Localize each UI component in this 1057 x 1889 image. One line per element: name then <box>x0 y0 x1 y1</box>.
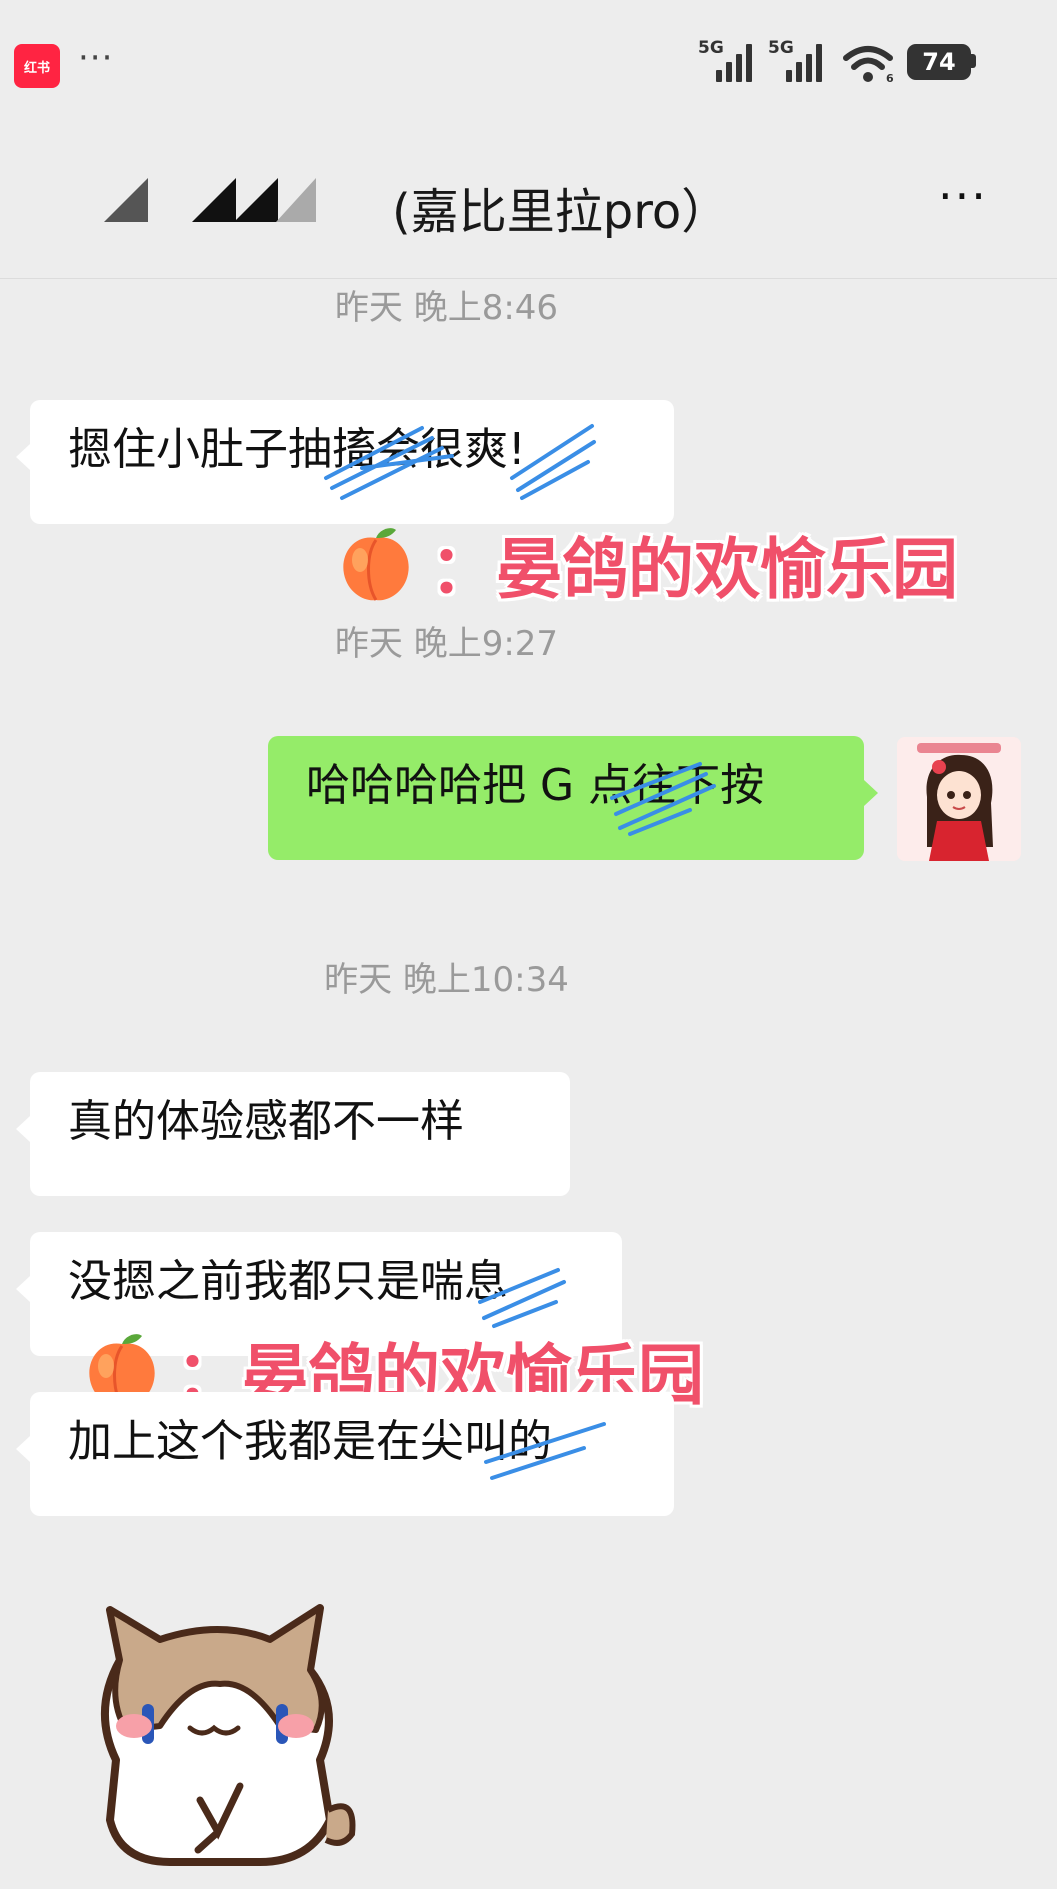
wifi-icon: 6 <box>843 46 894 84</box>
app-badge-icon[interactable]: 红书 <box>14 44 60 88</box>
cartoon-girl-icon <box>897 737 1021 861</box>
timestamp: 昨天 晚上10:34 <box>0 952 1057 1001</box>
timestamp: 昨天 晚上8:46 <box>0 280 1057 329</box>
timestamp-text: 昨天 晚上8:46 <box>334 288 559 328</box>
cat-sticker-icon[interactable] <box>80 1600 360 1870</box>
signal-bars-1-icon <box>716 42 752 82</box>
message-text: 没摁之前我都只是喘息 <box>68 1256 508 1307</box>
message-text: 真的体验感都不一样 <box>68 1096 464 1147</box>
avatar-icon[interactable] <box>897 737 1021 861</box>
battery-tip <box>971 54 976 68</box>
redacted-name-icon <box>104 178 404 224</box>
outgoing-message[interactable]: 哈哈哈哈把 G 点往下按 <box>268 736 878 860</box>
timestamp-text: 昨天 晚上9:27 <box>334 624 559 664</box>
message-text: 哈哈哈哈把 G 点往下按 <box>306 760 765 811</box>
incoming-message[interactable]: 加上这个我都是在尖叫的 <box>16 1392 674 1516</box>
battery-icon: 74 <box>907 44 971 80</box>
watermark-text: ：晏鸽的欢愉乐园 <box>430 531 958 608</box>
timestamp-text: 昨天 晚上10:34 <box>324 960 569 1000</box>
signal-bars-2-icon <box>786 42 822 82</box>
chat-title: (嘉比里拉pro） <box>392 184 730 240</box>
incoming-message[interactable]: 真的体验感都不一样 <box>16 1072 570 1196</box>
more-options-icon[interactable]: ··· <box>938 173 988 219</box>
watermark: ：晏鸽的欢愉乐园 <box>336 516 958 612</box>
incoming-message[interactable]: 摁住小肚子抽搐会很爽! <box>16 400 674 524</box>
status-more-icon: ··· <box>78 38 114 78</box>
message-text: 加上这个我都是在尖叫的 <box>68 1416 552 1467</box>
message-text: 摁住小肚子抽搐会很爽! <box>68 424 526 475</box>
svg-text:6: 6 <box>886 72 894 84</box>
peach-icon <box>343 528 409 601</box>
timestamp: 昨天 晚上9:27 <box>0 616 1057 665</box>
